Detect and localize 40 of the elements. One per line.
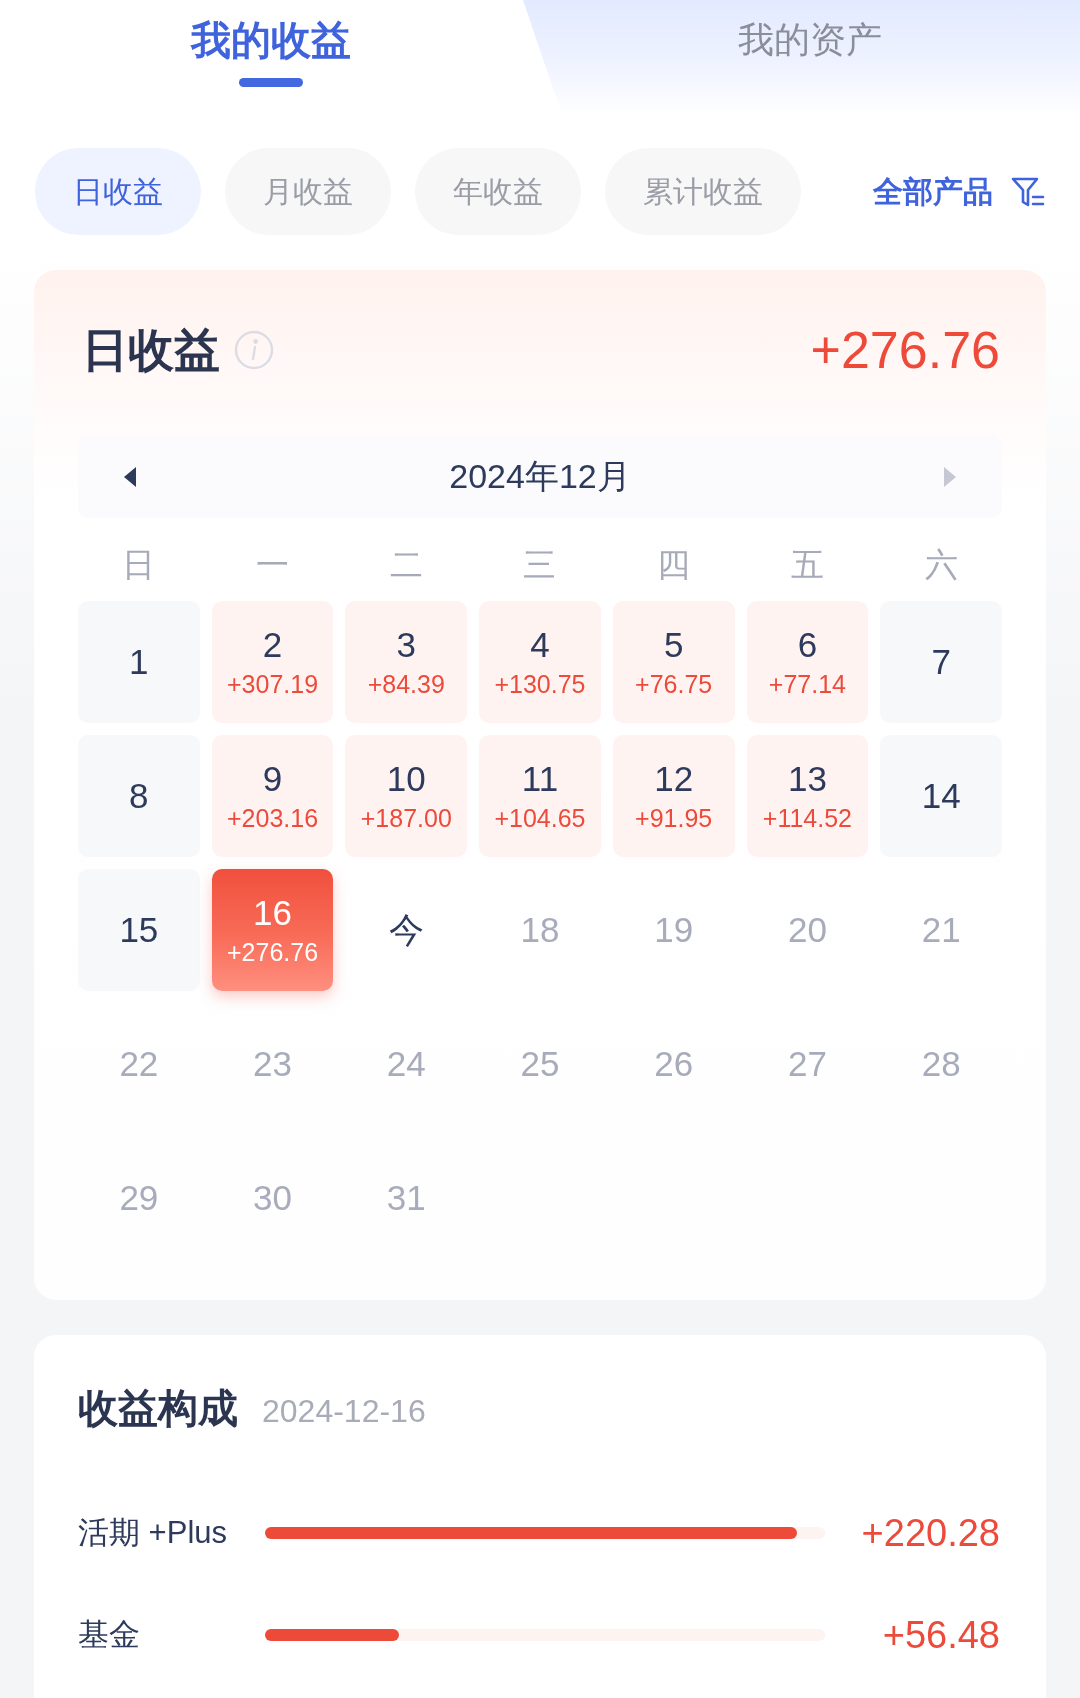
period-chip[interactable]: 日收益	[35, 148, 201, 235]
weekday-label: 日	[121, 545, 157, 585]
calendar-day[interactable]: 14	[880, 735, 1002, 857]
period-chip[interactable]: 累计收益	[605, 148, 801, 235]
weekday-label: 三	[522, 545, 558, 585]
calendar-day[interactable]: 6 +77.14	[746, 601, 869, 723]
calendar-day[interactable]: 1	[78, 601, 200, 723]
calendar-day[interactable]: 12 +91.95	[612, 735, 735, 857]
calendar-day[interactable]: 9 +203.16	[211, 735, 334, 857]
earnings-total: +276.76	[810, 320, 1000, 380]
product-filter-button[interactable]: 全部产品	[873, 169, 1045, 214]
calendar-day[interactable]: 4 +130.75	[479, 601, 601, 723]
calendar-day[interactable]: 15	[78, 869, 200, 991]
today-day[interactable]: 今	[345, 869, 468, 991]
weekday-label: 四	[656, 545, 692, 585]
calendar-day[interactable]: 8	[78, 735, 200, 857]
period-chip[interactable]: 年收益	[415, 148, 581, 235]
weekday-label: 六	[923, 545, 959, 585]
product-name: 活期 +Plus	[78, 1513, 229, 1552]
period-chip[interactable]: 月收益	[225, 148, 391, 235]
composition-date: 2024-12-16	[262, 1392, 426, 1431]
product-earnings: +220.28	[860, 1510, 1000, 1556]
weekday-label: 五	[789, 545, 825, 585]
tab[interactable]: 我的收益	[0, 0, 523, 115]
calendar-day[interactable]: 16 +276.76	[211, 869, 334, 991]
weekday-label: 一	[255, 545, 291, 585]
earnings-title: 日收益	[82, 323, 220, 378]
calendar-day[interactable]: 11 +104.65	[479, 735, 601, 857]
product-earnings: +56.48	[881, 1612, 1000, 1658]
calendar-day[interactable]: 10 +187.00	[345, 735, 468, 857]
info-icon[interactable]	[234, 330, 274, 370]
calendar-day[interactable]: 2 +307.19	[211, 601, 334, 723]
product-name: 基金	[78, 1615, 141, 1654]
composition-title: 收益构成	[78, 1385, 238, 1432]
calendar-day[interactable]: 3 +84.39	[345, 601, 468, 723]
calendar-day[interactable]: 5 +76.75	[612, 601, 735, 723]
month-title: 2024年12月	[449, 456, 631, 497]
calendar-day[interactable]: 13 +114.52	[746, 735, 869, 857]
weekday-label: 二	[388, 545, 424, 585]
calendar-day[interactable]: 7	[880, 601, 1002, 723]
